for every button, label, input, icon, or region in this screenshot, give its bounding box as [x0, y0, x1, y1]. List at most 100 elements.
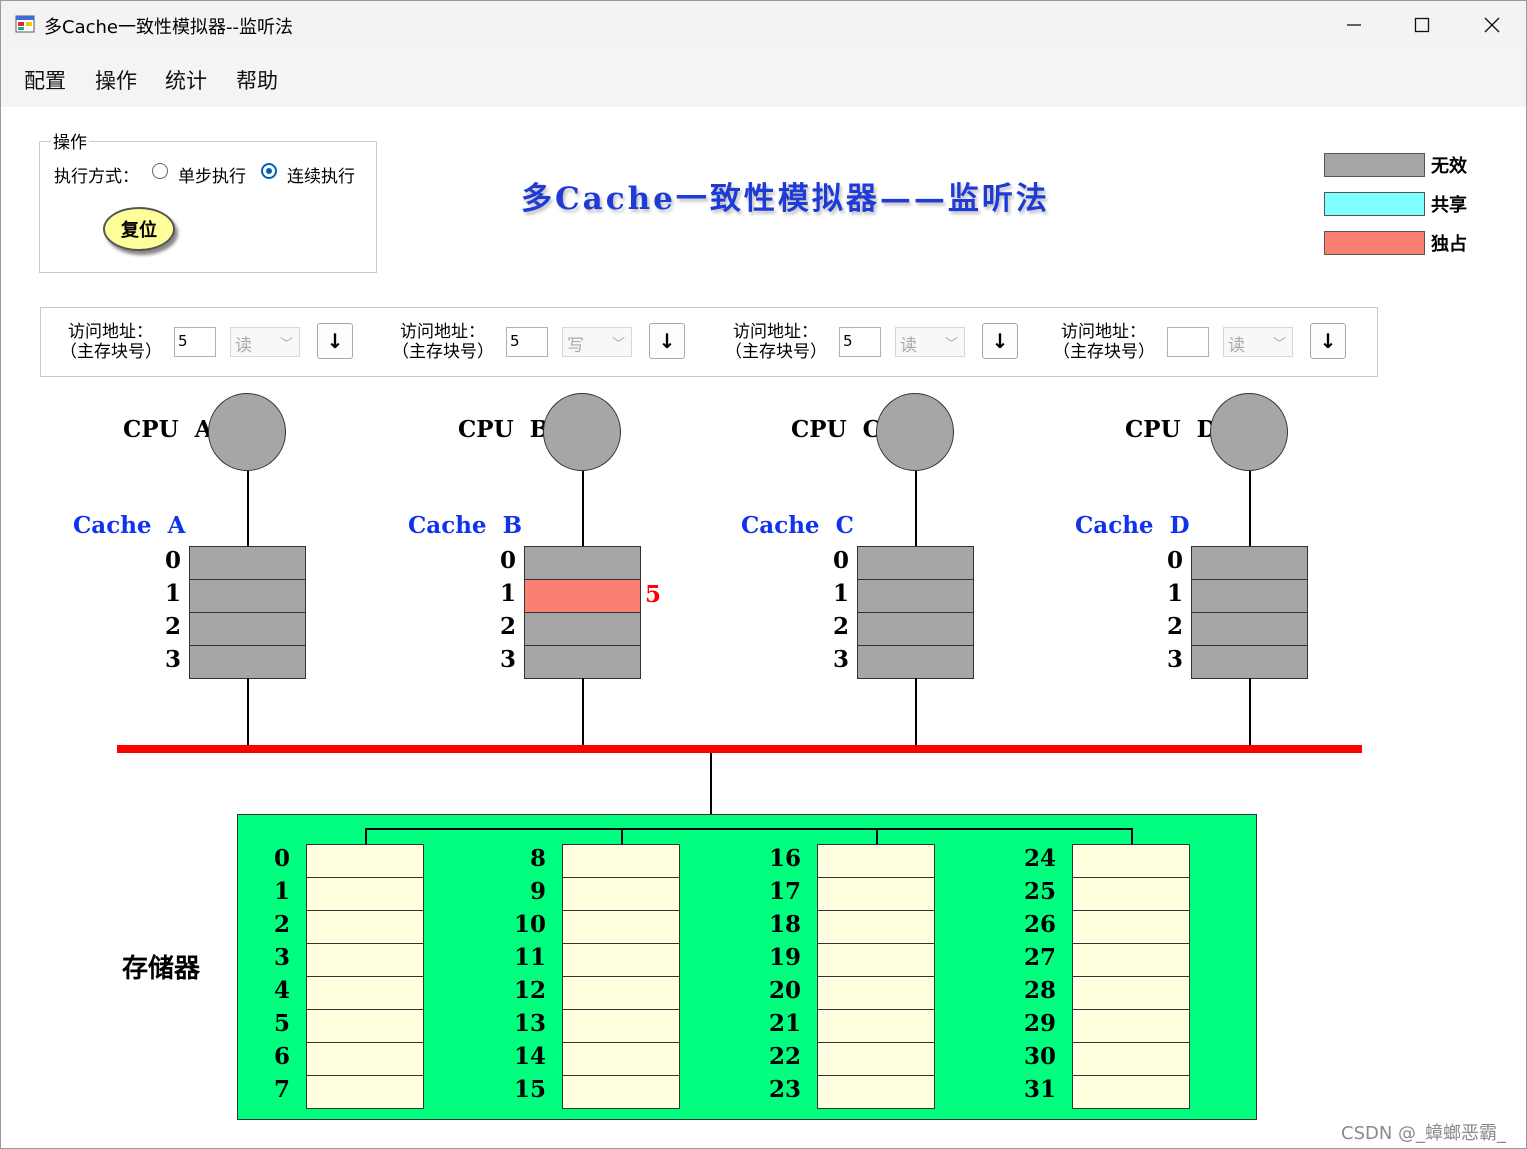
cache-line	[857, 645, 974, 679]
memory-block	[306, 1042, 424, 1076]
radio-step-mode[interactable]	[152, 163, 168, 179]
access-label-line1: 访问地址：	[400, 322, 485, 342]
memory-block-index: 17	[768, 878, 801, 905]
access-submit-button-b[interactable]: ↓	[649, 323, 685, 359]
memory-block	[562, 1042, 680, 1076]
cache-line	[1191, 546, 1308, 580]
access-op-value: 写	[567, 336, 584, 356]
cache-line-index: 2	[832, 613, 849, 640]
operation-groupbox	[39, 141, 377, 273]
legend-shared-swatch	[1324, 192, 1425, 216]
memory-block	[306, 910, 424, 944]
access-address-label-a: 访问地址： （主存块号）	[60, 322, 162, 362]
access-op-select-b[interactable]: 写 ﹀	[562, 327, 632, 357]
minimize-button[interactable]	[1319, 1, 1389, 48]
cpu-cache-link	[247, 471, 249, 547]
memory-block-index: 8	[529, 845, 546, 872]
cache-line	[189, 612, 306, 646]
title-bar: 多Cache一致性模拟器--监听法	[1, 1, 1526, 48]
reset-button[interactable]: 复位	[103, 207, 175, 251]
memory-block-index: 16	[768, 845, 801, 872]
memory-block-index: 18	[768, 911, 801, 938]
cache-line	[524, 645, 641, 679]
legend-shared-label: 共享	[1431, 195, 1467, 216]
cache-line	[857, 579, 974, 613]
access-submit-button-c[interactable]: ↓	[982, 323, 1018, 359]
radio-continuous-mode[interactable]	[261, 163, 277, 179]
memory-block-index: 12	[513, 977, 546, 1004]
access-label-line2: （主存块号）	[1053, 342, 1155, 362]
window-title: 多Cache一致性模拟器--监听法	[44, 17, 293, 38]
chevron-down-icon: ﹀	[944, 337, 958, 352]
step-mode-label[interactable]: 单步执行	[178, 162, 246, 187]
access-op-value: 读	[235, 336, 252, 356]
cpu-node-d	[1210, 393, 1288, 471]
memory-block	[562, 844, 680, 878]
memory-block	[1072, 1075, 1190, 1109]
memory-label: 存储器	[122, 954, 201, 984]
cache-line-index: 3	[832, 646, 849, 673]
menu-config[interactable]: 配置	[24, 65, 66, 95]
continuous-mode-label[interactable]: 连续执行	[287, 162, 355, 187]
access-op-select-d[interactable]: 读 ﹀	[1223, 327, 1293, 357]
cache-line-index: 0	[832, 547, 849, 574]
memory-block-index: 11	[513, 944, 546, 971]
memory-block	[817, 910, 935, 944]
access-label-line2: （主存块号）	[60, 342, 162, 362]
access-address-input-a[interactable]: 5	[174, 327, 216, 357]
access-op-select-c[interactable]: 读 ﹀	[895, 327, 965, 357]
cpu-node-a	[208, 393, 286, 471]
access-op-select-a[interactable]: 读 ﹀	[230, 327, 300, 357]
memory-block	[1072, 1042, 1190, 1076]
memory-block-index: 29	[1023, 1010, 1056, 1037]
memory-block-index: 23	[768, 1076, 801, 1103]
memory-block	[562, 943, 680, 977]
access-address-input-d[interactable]	[1167, 327, 1209, 357]
access-submit-button-d[interactable]: ↓	[1310, 323, 1346, 359]
cache-bus-link	[915, 678, 917, 746]
operation-group-title: 操作	[51, 128, 89, 153]
access-submit-button-a[interactable]: ↓	[317, 323, 353, 359]
memory-block-index: 7	[273, 1076, 290, 1103]
access-address-label-b: 访问地址： （主存块号）	[392, 322, 494, 362]
cpu-node-c	[876, 393, 954, 471]
access-address-input-c[interactable]: 5	[839, 327, 881, 357]
app-icon	[15, 15, 35, 33]
access-op-value: 读	[1228, 336, 1245, 356]
cache-bus-link	[582, 678, 584, 746]
memory-block-index: 25	[1023, 878, 1056, 905]
chevron-down-icon: ﹀	[1272, 337, 1286, 352]
cache-label-a: Cache A	[73, 512, 186, 539]
memory-block-index: 0	[273, 845, 290, 872]
maximize-button[interactable]	[1387, 1, 1457, 48]
access-address-input-b[interactable]: 5	[506, 327, 548, 357]
cache-label-b: Cache B	[408, 512, 523, 539]
cache-line	[1191, 579, 1308, 613]
menu-help[interactable]: 帮助	[236, 65, 278, 95]
memory-block-index: 13	[513, 1010, 546, 1037]
cache-bus-link	[1249, 678, 1251, 746]
memory-block	[562, 877, 680, 911]
cache-line-tag: 5	[645, 581, 662, 608]
memory-block	[562, 976, 680, 1010]
access-label-line1: 访问地址：	[1061, 322, 1146, 342]
chevron-down-icon: ﹀	[279, 337, 293, 352]
access-op-value: 读	[900, 336, 917, 356]
cache-line-index: 2	[1166, 613, 1183, 640]
access-label-line1: 访问地址：	[733, 322, 818, 342]
cache-line	[857, 612, 974, 646]
menu-statistics[interactable]: 统计	[165, 65, 207, 95]
cache-line	[189, 546, 306, 580]
cache-line-index: 0	[1166, 547, 1183, 574]
menu-operate[interactable]: 操作	[95, 65, 137, 95]
memory-bank-link	[621, 828, 623, 844]
memory-block-index: 14	[513, 1043, 546, 1070]
cache-line-index: 0	[499, 547, 516, 574]
memory-block	[306, 844, 424, 878]
memory-block	[817, 844, 935, 878]
memory-block	[1072, 877, 1190, 911]
app-window: 多Cache一致性模拟器--监听法 配置 操作 统计 帮助 操作 执行方式： 单…	[0, 0, 1527, 1149]
close-button[interactable]	[1457, 1, 1526, 48]
memory-block-index: 15	[513, 1076, 546, 1103]
cpu-cache-link	[1249, 471, 1251, 547]
